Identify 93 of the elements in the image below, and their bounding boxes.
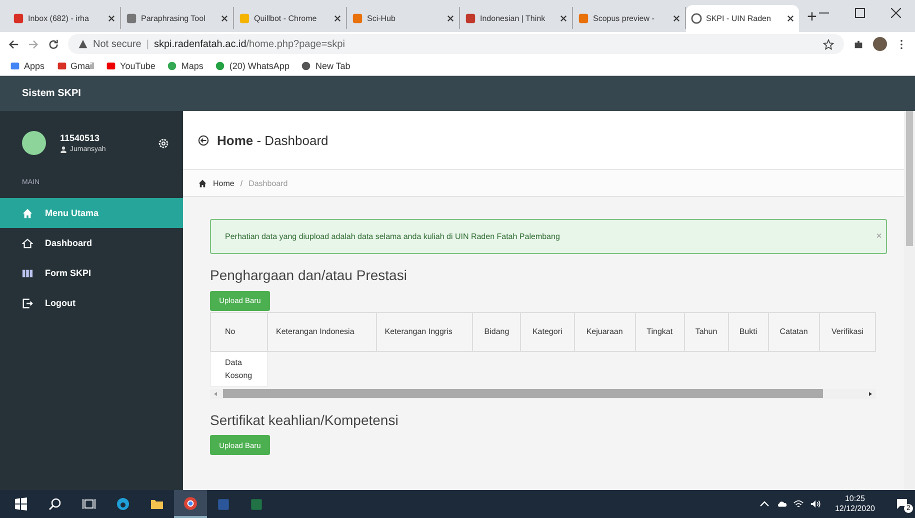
user-id: 11540513	[60, 133, 101, 143]
address-bar[interactable]: Not secure | skpi.radenfatah.ac.id/home.php?page=skpi	[68, 34, 844, 54]
home-icon	[22, 208, 33, 218]
bookmark[interactable]: Apps	[10, 60, 45, 70]
chevron-up-icon[interactable]	[758, 499, 770, 509]
bookmark[interactable]: (20) WhatsApp	[215, 60, 290, 70]
empty-message: Data Kosong	[210, 351, 268, 386]
column-header: Kejuaraan	[574, 312, 636, 351]
tab-title: Indonesian | Think	[480, 14, 546, 22]
home-icon	[198, 178, 207, 188]
close-icon[interactable]	[108, 14, 115, 22]
horizontal-scrollbar[interactable]	[210, 388, 876, 398]
back-circle-icon[interactable]	[198, 134, 209, 146]
bookmark[interactable]: Gmail	[56, 60, 94, 70]
browser-tab[interactable]: Indonesian | Think	[460, 7, 573, 29]
bookmark-icon	[215, 60, 226, 70]
star-icon[interactable]	[823, 38, 834, 50]
maximize-icon[interactable]	[855, 8, 865, 18]
bookmark[interactable]: New Tab	[301, 60, 350, 70]
warning-icon	[78, 39, 88, 49]
bookmark-icon	[167, 60, 178, 70]
page-title: Home - Dashboard	[217, 132, 328, 148]
section-title: Sertifikat keahlian/Kompetensi	[210, 412, 400, 428]
close-icon[interactable]	[560, 14, 567, 22]
wifi-icon[interactable]	[792, 499, 804, 509]
menu-item[interactable]: Logout	[0, 288, 183, 318]
close-icon[interactable]	[787, 15, 794, 22]
user-icon	[60, 146, 67, 153]
browser-tab[interactable]: Sci-Hub	[347, 7, 460, 29]
tab-title: Inbox (682) - irha	[28, 14, 90, 22]
column-header: Keterangan Inggris	[376, 312, 473, 351]
menu-item[interactable]: Form SKPI	[0, 258, 183, 288]
clock-time[interactable]: 10:25	[844, 494, 865, 504]
bookmark[interactable]: YouTube	[106, 60, 156, 70]
column-header: Bukti	[728, 312, 768, 351]
settings-icon[interactable]	[158, 138, 169, 148]
breadcrumb-current: Dashboard	[248, 178, 288, 188]
close-icon[interactable]	[447, 14, 454, 22]
breadcrumb-link[interactable]: Home	[213, 178, 234, 188]
grid-icon	[22, 268, 33, 278]
site-icon	[126, 12, 137, 24]
browser-tab[interactable]: Quillbot - Chrome	[234, 7, 347, 29]
clock-date[interactable]: 12/12/2020	[834, 504, 875, 514]
tab-title: SKPI - UIN Raden	[706, 14, 772, 23]
site-icon	[578, 12, 589, 24]
profile-avatar[interactable]	[873, 37, 887, 51]
browser-tab[interactable]: SKPI - UIN Raden	[686, 5, 799, 32]
close-icon[interactable]	[673, 14, 680, 22]
column-header: Tingkat	[635, 312, 684, 351]
app-title: Sistem SKPI	[22, 88, 81, 99]
alert-message: Perhatian data yang diupload adalah data selama anda kuliah di UIN Raden Fatah Palembang	[225, 232, 560, 241]
tab-title: Sci-Hub	[367, 14, 396, 22]
back-arrow-icon[interactable]	[8, 38, 19, 50]
tab-title: Paraphrasing Tool	[141, 14, 206, 22]
bookmark-icon	[106, 60, 116, 70]
section-title: Penghargaan dan/atau Prestasi	[210, 267, 408, 283]
taskbar-app[interactable]	[174, 490, 207, 518]
menu-item[interactable]: Dashboard	[0, 228, 183, 258]
column-header: No	[210, 312, 268, 351]
vertical-scrollbar[interactable]	[904, 111, 915, 490]
bookmark-icon	[301, 60, 312, 70]
column-header: Tahun	[684, 312, 728, 351]
logout-icon	[22, 298, 33, 308]
bookmark-icon	[10, 60, 20, 70]
notification-icon	[896, 498, 908, 510]
close-icon[interactable]	[221, 14, 228, 22]
site-icon	[691, 13, 702, 24]
column-header: Verifikasi	[819, 312, 876, 351]
bookmark[interactable]: Maps	[167, 60, 204, 70]
new-tab-button[interactable]: +	[807, 7, 817, 27]
user-avatar	[22, 131, 46, 155]
bookmark-icon	[56, 60, 67, 70]
column-header: Catatan	[768, 312, 820, 351]
reload-icon[interactable]	[48, 38, 59, 50]
browser-tab[interactable]: Paraphrasing Tool	[121, 7, 234, 29]
puzzle-icon[interactable]	[853, 38, 864, 50]
close-icon[interactable]	[891, 8, 901, 18]
volume-icon[interactable]	[810, 499, 821, 509]
column-header: Kategori	[520, 312, 574, 351]
column-header: Keterangan Indonesia	[268, 312, 376, 351]
close-icon[interactable]	[334, 14, 341, 22]
house-icon	[22, 238, 33, 248]
tab-title: Quillbot - Chrome	[254, 14, 318, 22]
site-icon	[465, 12, 476, 24]
site-icon	[352, 12, 363, 24]
cloud-icon[interactable]	[776, 499, 787, 509]
site-icon	[239, 12, 250, 24]
scroll-right-icon[interactable]	[867, 390, 873, 396]
browser-tab[interactable]: Inbox (682) - irha	[8, 7, 121, 29]
site-icon	[13, 12, 24, 24]
breadcrumb-separator: /	[240, 178, 243, 188]
column-header: Bidang	[472, 312, 521, 351]
tab-title: Scopus preview -	[593, 14, 656, 22]
